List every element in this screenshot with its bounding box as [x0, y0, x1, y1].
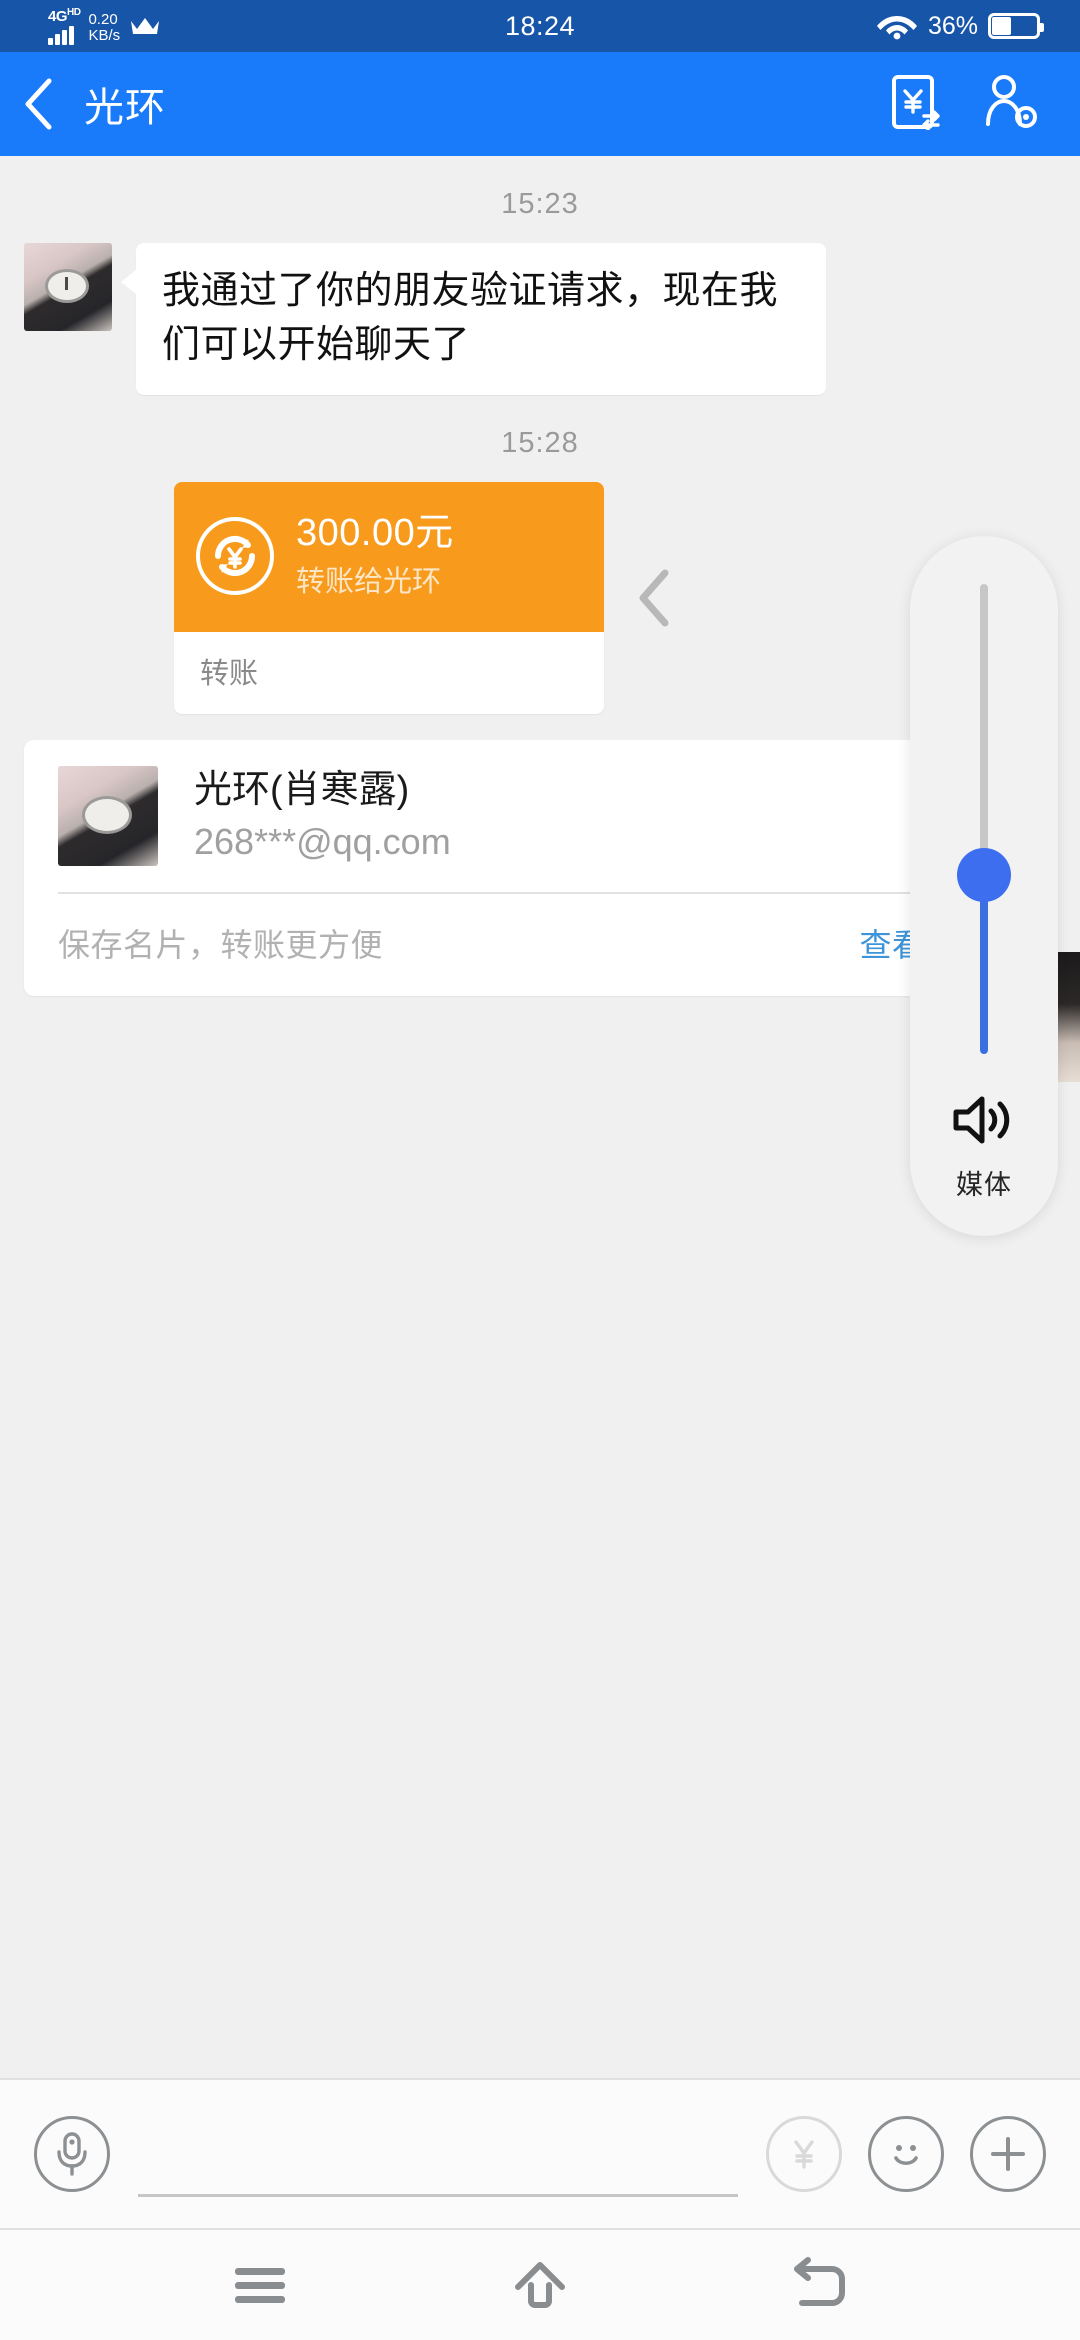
chevron-left-icon[interactable]: [632, 567, 676, 629]
smiley-face-icon[interactable]: [868, 2116, 944, 2192]
transfer-card-header: 300.00元 转账给光环: [174, 481, 604, 632]
message-timestamp: 15:28: [501, 426, 579, 459]
namecard-hint: 保存名片，转账更方便: [58, 927, 384, 964]
back-button[interactable]: [0, 77, 76, 131]
page-title: 光环: [84, 86, 166, 130]
namecard-info: 光环(肖寒露) 268***@qq.com: [194, 766, 451, 866]
message-text: 我通过了你的朋友验证请求，现在我们可以开始聊天了: [162, 270, 779, 366]
plus-circle-icon[interactable]: [970, 2116, 1046, 2192]
yuan-circle-icon[interactable]: [766, 2116, 842, 2192]
money-transfer-circle-icon: [196, 516, 274, 595]
volume-overlay-panel[interactable]: 媒体: [910, 536, 1058, 1236]
message-bubble[interactable]: 我通过了你的朋友验证请求，现在我们可以开始聊天了: [121, 243, 826, 395]
chat-input-bar: [0, 2078, 1080, 2230]
transfer-money-icon[interactable]: [890, 74, 942, 135]
app-header: 光环: [0, 52, 1080, 156]
message-timestamp: 15:23: [501, 188, 579, 220]
namecard-name: 光环(肖寒露): [194, 768, 410, 811]
namecard-main: 光环(肖寒露) 268***@qq.com: [24, 766, 1056, 892]
volume-slider-track[interactable]: [957, 584, 1011, 1054]
home-icon[interactable]: [470, 2230, 610, 2340]
message-row-incoming: 我通过了你的朋友验证请求，现在我们可以开始聊天了: [0, 243, 1080, 395]
contact-avatar[interactable]: [24, 243, 112, 331]
transfer-amount: 300.00元: [296, 512, 454, 555]
message-input[interactable]: [138, 2111, 738, 2197]
input-bar-actions: [766, 2116, 1046, 2192]
system-nav-bar: [0, 2230, 1080, 2340]
namecard-avatar[interactable]: [58, 766, 158, 866]
transfer-subtitle: 转账给光环: [296, 565, 442, 598]
transfer-card[interactable]: 300.00元 转账给光环 转账: [174, 481, 604, 714]
person-settings-icon[interactable]: [982, 74, 1038, 135]
status-bar-clock: 18:24: [504, 10, 576, 41]
transfer-card-texts: 300.00元 转账给光环: [296, 510, 454, 601]
status-bar: 4GHD 0.20 KB/s 18:24 36%: [0, 0, 1080, 52]
namecard-message[interactable]: 光环(肖寒露) 268***@qq.com 保存名片，转账更方便 查看名片夹: [24, 739, 1056, 997]
back-arrow-icon[interactable]: [750, 2230, 890, 2340]
app-header-actions: [890, 74, 1080, 135]
volume-mode-label: 媒体: [956, 1170, 1012, 1200]
menu-recents-icon[interactable]: [190, 2230, 330, 2340]
speaker-volume-icon[interactable]: [951, 1092, 1017, 1153]
transfer-card-footer: 转账: [200, 657, 259, 690]
namecard-footer: 保存名片，转账更方便 查看名片夹: [24, 894, 1056, 996]
microphone-icon[interactable]: [34, 2116, 110, 2192]
volume-slider-knob[interactable]: [957, 848, 1011, 903]
namecard-email: 268***@qq.com: [194, 821, 451, 863]
back-chevron-icon: [25, 78, 52, 130]
battery-icon: [988, 13, 1044, 39]
background-image-peek: [1056, 952, 1080, 1082]
